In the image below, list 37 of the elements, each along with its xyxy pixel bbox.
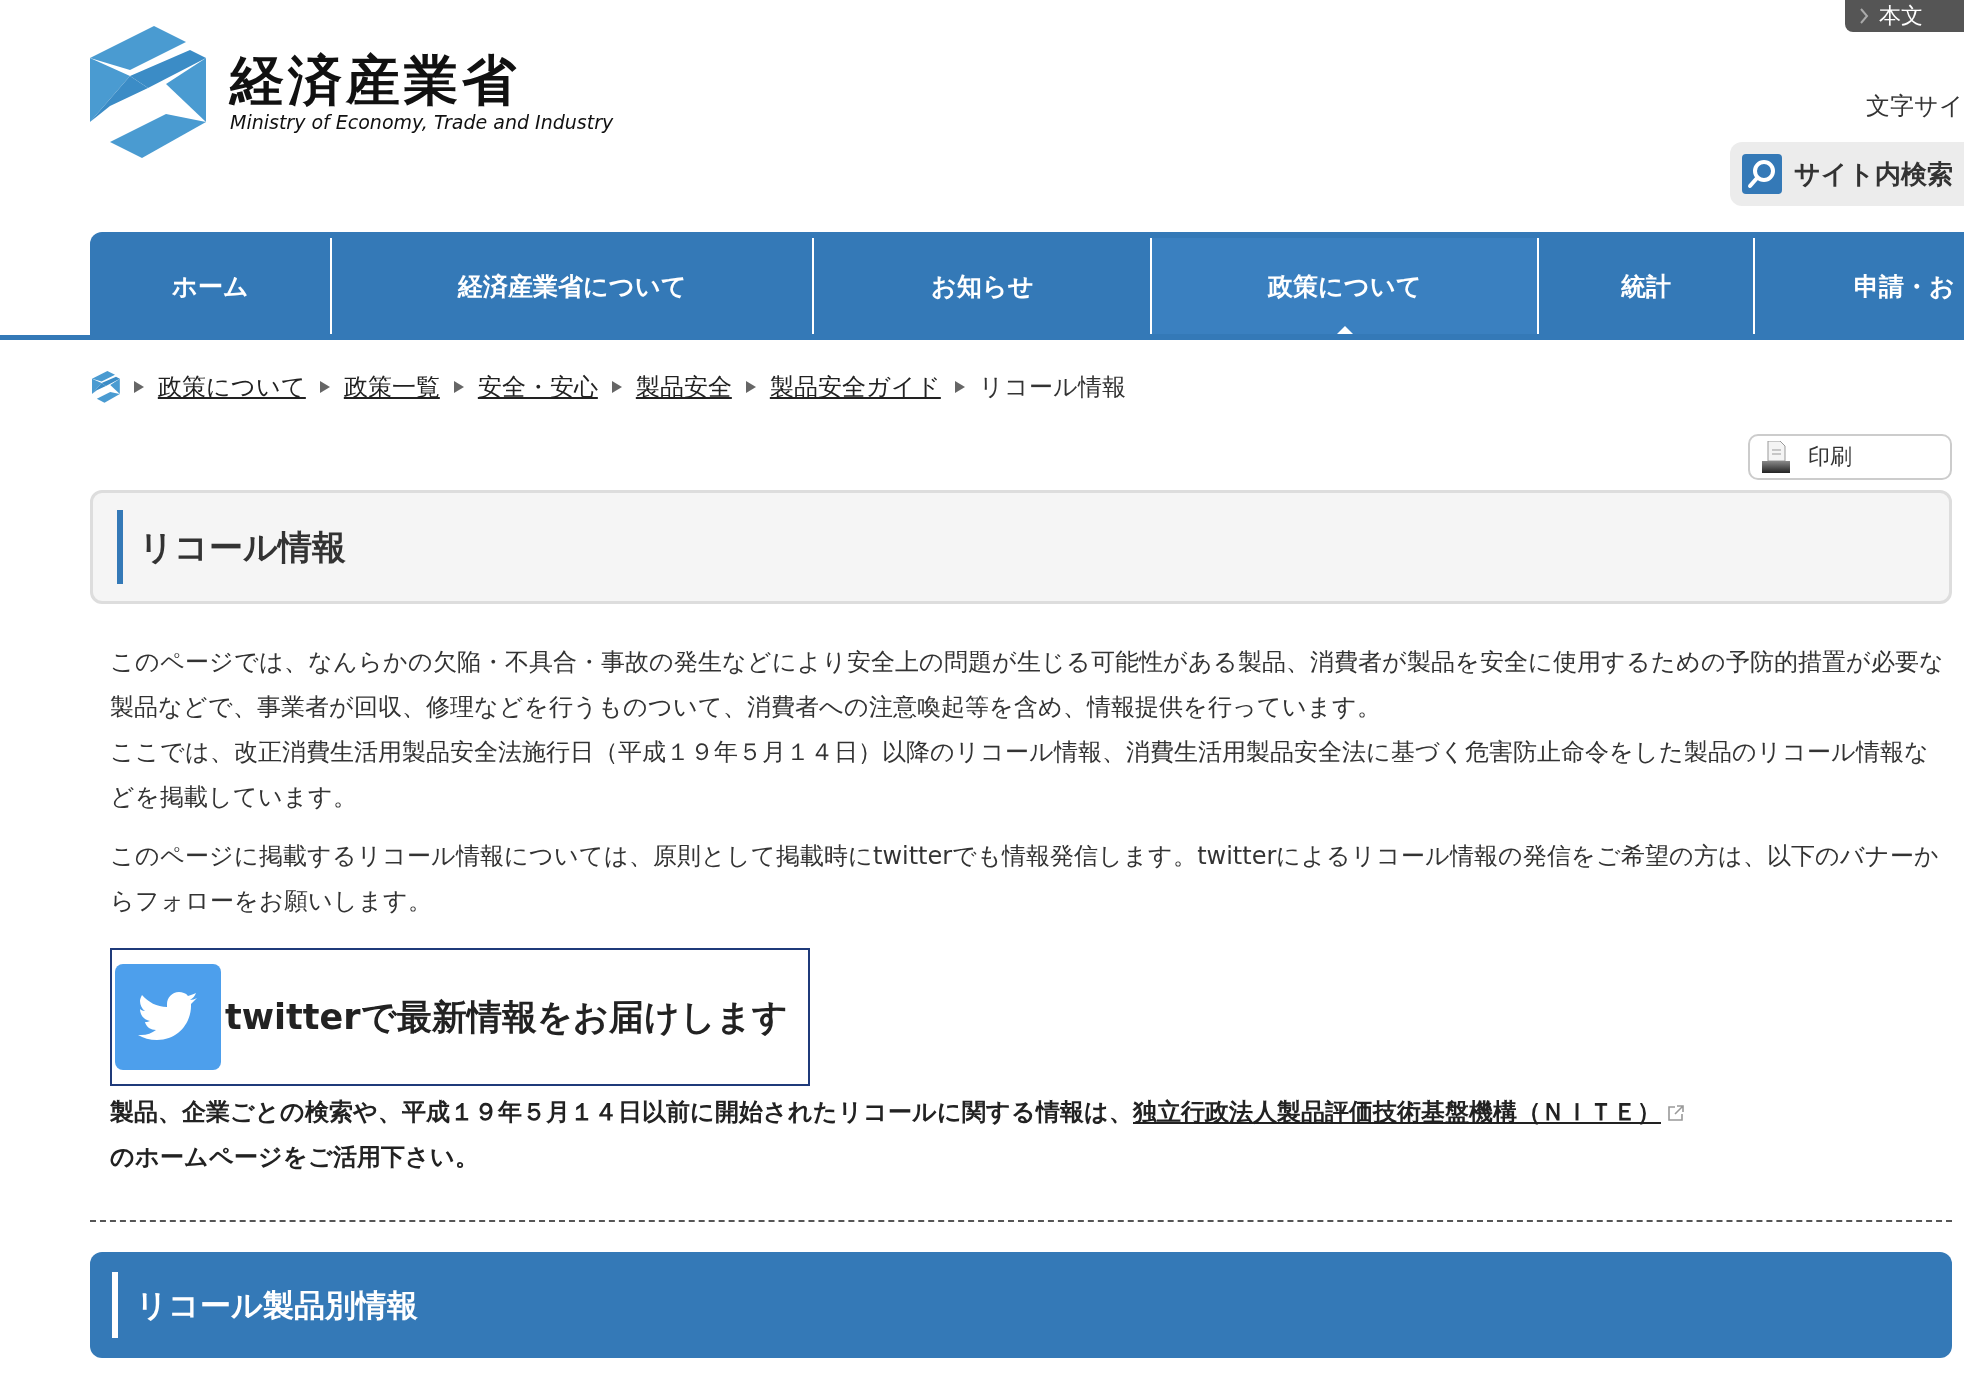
triangle-icon bbox=[133, 381, 144, 393]
search-button[interactable]: サイト内検索 bbox=[1730, 142, 1964, 206]
breadcrumb-current: リコール情報 bbox=[978, 372, 1126, 403]
logo-icon bbox=[90, 26, 206, 158]
breadcrumb-link[interactable]: 安全・安心 bbox=[477, 371, 598, 403]
bird-icon bbox=[115, 964, 221, 1070]
paragraph: このページでは、なんらかの欠陥・不具合・事故の発生などにより安全上の問題が生じる可能性がある製品、消費者が製品を安全に使用するための予防的措置が必要な製品などで、事業者が回収、修理などを行うものついて、消費者への注意喚起等を含め、情報提供を行っています。 ここでは、改正消費生活用製品安全法施行日（平成１９年５月１４日）以降のリコール情報、消費生活用製品安全法に基づく危害防止命令をした製品のリコール情報などを掲載しています。 bbox=[110, 647, 1945, 813]
breadcrumb-link[interactable]: 製品安全ガイド bbox=[769, 371, 941, 403]
logo-title: 経済産業省 bbox=[230, 51, 521, 111]
nav-tab[interactable]: 統計 bbox=[1537, 238, 1753, 334]
triangle-icon bbox=[611, 381, 622, 393]
logo-subtitle: Ministry of Economy, Trade and Industry bbox=[230, 110, 614, 133]
page-title: リコール情報 bbox=[117, 510, 346, 584]
nav-tab[interactable]: 経済産業省について bbox=[330, 238, 812, 334]
nav-tab[interactable]: ホーム bbox=[90, 238, 330, 334]
breadcrumb-link[interactable]: 政策について bbox=[157, 371, 306, 403]
chevron-icon bbox=[1859, 7, 1869, 25]
skip-link[interactable]: 本文 bbox=[1845, 0, 1964, 32]
home-icon bbox=[92, 371, 120, 403]
breadcrumb-link[interactable]: 政策一覧 bbox=[343, 371, 440, 403]
notice-text: 製品、企業ごとの検索や、平成１９年５月１４日以前に開始されたリコールに関する情報は、独立行政法人製品評価技術基盤機構（ＮＩＴＥ） のホームページをご活用下さい。 bbox=[110, 1090, 1952, 1180]
font-size-label: 文字サイ bbox=[1866, 91, 1964, 122]
triangle-icon bbox=[954, 381, 965, 393]
triangle-icon bbox=[745, 381, 756, 393]
search-icon bbox=[1742, 154, 1782, 194]
printer-icon bbox=[1762, 441, 1790, 473]
section-title: リコール製品別情報 bbox=[112, 1272, 418, 1338]
print-button[interactable]: 印刷 bbox=[1748, 434, 1952, 480]
external-link-icon bbox=[1667, 1104, 1685, 1122]
breadcrumb-link[interactable]: 製品安全 bbox=[635, 371, 732, 403]
triangle-icon bbox=[319, 381, 330, 393]
nav-tab[interactable]: 政策について bbox=[1150, 238, 1537, 334]
nav-tab[interactable]: 申請・お bbox=[1753, 238, 1964, 334]
nite-link[interactable]: 独立行政法人製品評価技術基盤機構（ＮＩＴＥ） bbox=[1133, 1098, 1661, 1126]
twitter-banner[interactable]: twitterで最新情報をお届けします bbox=[110, 948, 810, 1086]
triangle-icon bbox=[453, 381, 464, 393]
paragraph: このページに掲載するリコール情報については、原則として掲載時にtwitterでも情報発信します。twitterによるリコール情報の発信をご希望の方は、以下のバナーからフォローをお願いします。 bbox=[110, 841, 1941, 917]
